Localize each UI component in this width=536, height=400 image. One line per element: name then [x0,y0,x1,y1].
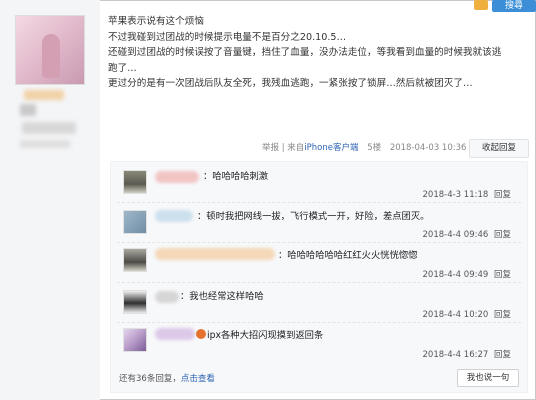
search-badge[interactable]: 搜尋 [492,0,536,12]
reply-time: 2018-4-4 10:20 回复 [423,308,512,320]
reply-list: ：哈哈哈哈刺激 2018-4-3 11:18 回复 ：顿时我把网线一拔，飞行模式… [110,161,528,393]
reply-item: ：哈哈哈哈哈哈红红火火恍恍惚惚 2018-4-4 09:49 回复 [117,242,521,284]
reply-text: ipx各种大招闪现摸到返回条 [196,329,323,342]
user-avatar[interactable] [15,15,85,85]
top-right-badges: 搜尋 [474,0,536,12]
reply-link[interactable]: 回复 [494,230,511,240]
blurred-username[interactable] [24,90,64,100]
user-sidebar [0,0,100,400]
reply-time: 2018-4-4 09:49 回复 [423,268,512,280]
reply-text: ：我也经常这样哈哈 [180,291,264,302]
blurred-reply-username[interactable] [155,328,195,340]
reply-link[interactable]: 回复 [494,270,511,280]
blurred-user-info [20,140,70,148]
reply-item: ipx各种大招闪现摸到返回条 2018-4-4 16:27 回复 [117,322,521,364]
reply-time: 2018-4-4 09:46 回复 [423,228,512,240]
reply-text-content: ipx各种大招闪现摸到返回条 [207,330,324,341]
reply-avatar[interactable] [123,248,147,272]
blurred-reply-username[interactable] [155,210,193,222]
reply-link[interactable]: 回复 [494,310,511,320]
reply-avatar[interactable] [123,170,147,194]
badge-icon [474,0,488,10]
floor-number: 5楼 [367,143,382,153]
avatar-figure [42,34,60,78]
view-more-link[interactable]: 点击查看 [181,374,215,384]
post-line: 更过分的是有一次团战后队友全死，我残血逃跑，一紧张按了锁屏…然后就被团灭了… [108,78,473,89]
post-line: 跑了… [108,62,137,74]
reply-text: ：哈哈哈哈刺激 [203,171,269,182]
post-datetime: 2018-04-03 10:36 [389,143,467,153]
reply-item: ：我也经常这样哈哈 2018-4-4 10:20 回复 [117,282,521,324]
write-reply-button[interactable]: 我也说一句 [457,369,519,387]
post-meta: 举报 | 来自iPhone客户端 5楼 2018-04-03 10:36 [262,141,466,153]
blurred-user-level [22,122,76,134]
more-replies: 还有36条回复，点击查看 [119,372,215,384]
post-line: 苹果表示说有这个烦恼 [108,16,204,27]
blurred-user-badge [20,104,36,116]
reply-text: ：顿时我把网线一拔，飞行模式一开，好险，差点团灭。 [197,211,430,222]
reply-timestamp: 2018-4-4 10:20 [422,310,489,320]
reply-timestamp: 2018-4-4 16:27 [422,350,489,360]
source-prefix: | 来自 [281,143,305,153]
reply-avatar[interactable] [123,328,147,352]
blurred-reply-username[interactable] [155,248,275,260]
reply-time: 2018-4-3 11:18 回复 [423,188,512,200]
reply-timestamp: 2018-4-3 11:18 [422,190,489,200]
reply-timestamp: 2018-4-4 09:49 [422,270,489,280]
reply-item: ：哈哈哈哈刺激 2018-4-3 11:18 回复 [117,162,521,204]
reply-time: 2018-4-4 16:27 回复 [423,348,512,360]
source-link[interactable]: iPhone客户端 [304,143,358,153]
blurred-reply-username[interactable] [155,291,179,303]
emoji-icon [196,329,206,339]
reply-avatar[interactable] [123,210,147,234]
report-link[interactable]: 举报 [262,143,279,153]
reply-avatar[interactable] [123,290,147,314]
post-content: 苹果表示说有这个烦恼 不过我碰到过团战的时候提示电量不是百分之20.10.5… … [108,14,518,92]
collapse-replies-button[interactable]: 收起回复 [469,139,529,158]
reply-item: ：顿时我把网线一拔，飞行模式一开，好险，差点团灭。 2018-4-4 09:46… [117,202,521,244]
reply-timestamp: 2018-4-4 09:46 [422,230,489,240]
more-replies-count: 还有36条回复， [119,374,181,384]
blurred-reply-username[interactable] [155,171,199,183]
post-line: 还碰到过团战的时候误按了音量键，挡住了血量，没办法走位，等我看到血量的时候我就该… [108,47,502,58]
reply-link[interactable]: 回复 [494,350,511,360]
reply-text: ：哈哈哈哈哈哈红红火火恍恍惚惚 [278,250,418,261]
post-line: 不过我碰到过团战的时候提示电量不是百分之20.10.5… [108,31,347,43]
reply-link[interactable]: 回复 [494,190,511,200]
